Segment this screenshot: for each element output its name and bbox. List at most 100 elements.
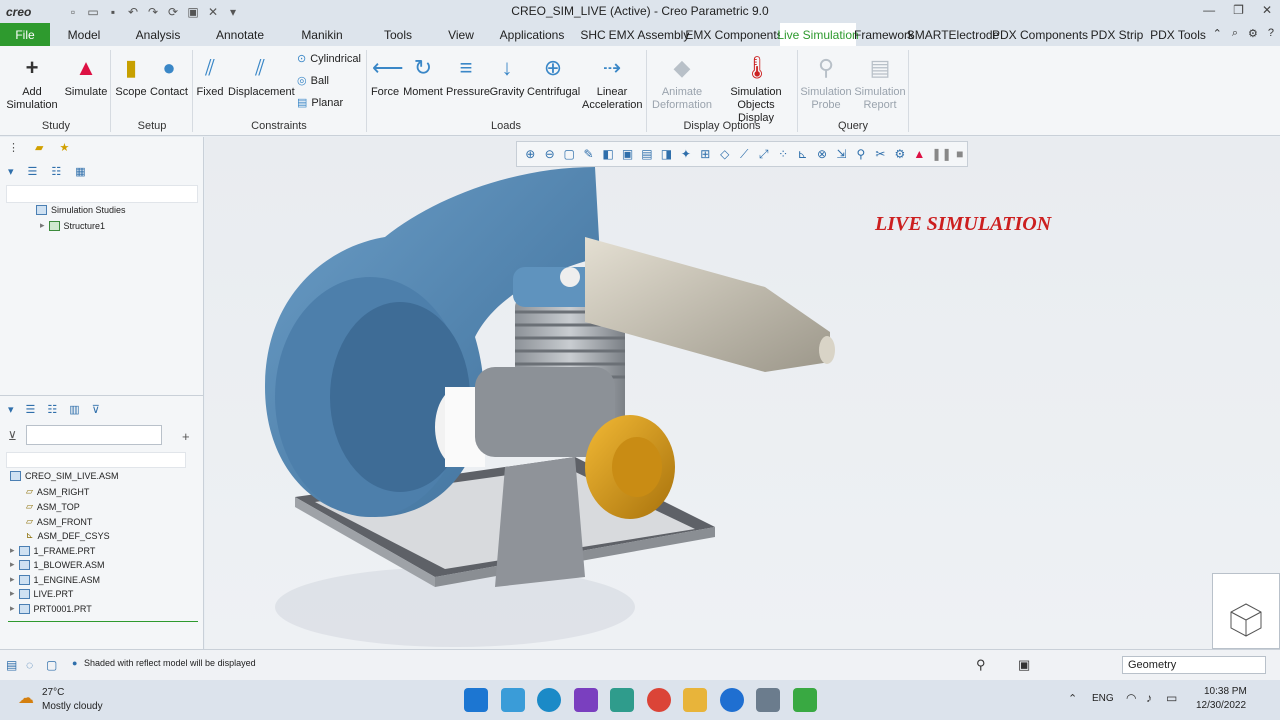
tab-tools[interactable]: Tools bbox=[362, 23, 434, 46]
windows-icon[interactable]: ▣ bbox=[186, 5, 200, 19]
tree-item-datum[interactable]: ▱ ASM_FRONT bbox=[26, 516, 92, 527]
maximize-icon[interactable]: ❐ bbox=[1233, 3, 1244, 17]
model-tree-expand-icon[interactable]: ▾ bbox=[8, 403, 14, 416]
volume-icon[interactable]: ♪ bbox=[1146, 691, 1152, 705]
engine-model[interactable] bbox=[205, 137, 1280, 649]
tree-expand-icon[interactable]: ▾ bbox=[8, 165, 14, 178]
add-column-icon[interactable]: + bbox=[182, 429, 190, 444]
add-simulation-button[interactable]: + Add Simulation bbox=[4, 50, 60, 112]
linear-acceleration-button[interactable]: ⇢ Linear Acceleration bbox=[582, 50, 643, 112]
list-detail-icon[interactable]: ☷ bbox=[51, 165, 61, 178]
expand-arrow-icon[interactable]: ▸ bbox=[10, 574, 15, 585]
model-list-detail-icon[interactable]: ☷ bbox=[47, 403, 57, 416]
displacement-button[interactable]: ⫽ Displacement bbox=[228, 50, 295, 99]
tab-shc[interactable]: SHC bbox=[576, 23, 610, 46]
visual-studio-icon[interactable] bbox=[574, 688, 598, 712]
tree-item-datum[interactable]: ▱ ASM_TOP bbox=[26, 501, 80, 512]
browser-icon[interactable]: ◌ bbox=[26, 658, 33, 672]
close-icon[interactable]: ✕ bbox=[1262, 3, 1272, 17]
file-menu[interactable]: File bbox=[0, 23, 50, 46]
camtasia-icon[interactable] bbox=[793, 688, 817, 712]
tree-item-part[interactable]: ▸ LIVE.PRT bbox=[10, 588, 73, 599]
minimize-icon[interactable]: — bbox=[1203, 3, 1215, 17]
list-icon[interactable]: ☰ bbox=[28, 165, 38, 178]
group-query[interactable]: Query bbox=[800, 120, 906, 132]
group-display-options[interactable]: Display Options bbox=[648, 120, 796, 132]
graphics-viewport[interactable]: ⊕ ⊖ ▢ ✎ ◧ ▣ ▤ ◨ ✦ ⊞ ◇ ⟋ ⤢ ⁘ ⊾ ⊗ ⇲ ⚲ ✂ ⚙ … bbox=[205, 137, 1280, 649]
redo-icon[interactable]: ↷ bbox=[146, 5, 160, 19]
tab-applications[interactable]: Applications bbox=[488, 23, 576, 46]
pressure-button[interactable]: ≡ Pressure bbox=[446, 50, 490, 99]
tab-pdx-strip[interactable]: PDX Strip bbox=[1086, 23, 1148, 46]
find-icon[interactable]: ⚲ bbox=[976, 657, 986, 673]
collapse-ribbon-icon[interactable]: ⌃ bbox=[1213, 27, 1222, 40]
scope-button[interactable]: ▮ Scope bbox=[114, 50, 148, 99]
customize-icon[interactable]: ▾ bbox=[226, 5, 240, 19]
tab-emx-assembly[interactable]: EMX Assembly bbox=[609, 23, 690, 46]
tree-item-datum[interactable]: ▱ ASM_RIGHT bbox=[26, 486, 89, 497]
settings-icon[interactable]: ⚙ bbox=[1248, 27, 1258, 40]
selection-icon[interactable]: ▣ bbox=[1018, 657, 1030, 673]
ball-button[interactable]: ◎ Ball bbox=[297, 74, 329, 88]
expand-arrow-icon[interactable]: ▸ bbox=[10, 545, 15, 556]
tree-item-csys[interactable]: ⊾ ASM_DEF_CSYS bbox=[26, 530, 110, 541]
wifi-icon[interactable]: ◠ bbox=[1126, 691, 1136, 705]
battery-icon[interactable]: ▭ bbox=[1166, 691, 1177, 705]
group-study[interactable]: Study bbox=[4, 120, 108, 132]
fixed-button[interactable]: ⫽ Fixed bbox=[196, 50, 224, 99]
structure1-node[interactable]: ▸ Structure1 bbox=[40, 220, 105, 231]
clock-time[interactable]: 10:38 PM bbox=[1204, 686, 1247, 697]
tab-framework[interactable]: Framework bbox=[854, 23, 914, 46]
model-list-icon[interactable]: ☰ bbox=[26, 403, 36, 416]
tree-item-assembly[interactable]: ▸ 1_BLOWER.ASM bbox=[10, 559, 105, 570]
help-icon[interactable]: ? bbox=[1268, 27, 1274, 40]
tree-item-part[interactable]: ▸ 1_FRAME.PRT bbox=[10, 545, 95, 556]
tab-model[interactable]: Model bbox=[50, 23, 118, 46]
language-indicator[interactable]: ENG bbox=[1092, 693, 1114, 704]
planar-button[interactable]: ▤ Planar bbox=[297, 96, 343, 110]
creo-taskbar-icon[interactable] bbox=[756, 688, 780, 712]
simulate-button[interactable]: ▲ Simulate bbox=[64, 50, 108, 99]
full-screen-icon[interactable]: ▢ bbox=[46, 658, 57, 672]
tree-item-root[interactable]: CREO_SIM_LIVE.ASM bbox=[10, 471, 119, 481]
expand-arrow-icon[interactable]: ▸ bbox=[10, 559, 15, 570]
model-tree-tab-icon[interactable]: ⋮ bbox=[8, 141, 19, 154]
model-filter-icon[interactable]: ⊽ bbox=[92, 403, 100, 416]
simulation-objects-display-button[interactable]: 🌡 Simulation Objects Display bbox=[718, 50, 794, 125]
tree-item-part[interactable]: ▸ PRT0001.PRT bbox=[10, 603, 92, 614]
regenerate-icon[interactable]: ⟳ bbox=[166, 5, 180, 19]
gravity-button[interactable]: ↓ Gravity bbox=[488, 50, 526, 99]
undo-icon[interactable]: ↶ bbox=[126, 5, 140, 19]
tree-item-assembly[interactable]: ▸ 1_ENGINE.ASM bbox=[10, 574, 100, 585]
tab-annotate[interactable]: Annotate bbox=[198, 23, 282, 46]
tab-analysis[interactable]: Analysis bbox=[118, 23, 198, 46]
cylindrical-button[interactable]: ⊙ Cylindrical bbox=[297, 52, 361, 66]
folder-browser-icon[interactable]: ▰ bbox=[35, 141, 43, 154]
weather-icon[interactable]: ☁ bbox=[18, 688, 34, 708]
favorites-icon[interactable]: ★ bbox=[59, 141, 69, 154]
model-tree-search-input[interactable] bbox=[26, 425, 162, 445]
chrome-icon[interactable] bbox=[647, 688, 671, 712]
tab-pdx-components[interactable]: PDX Components bbox=[992, 23, 1088, 46]
mail-icon[interactable] bbox=[501, 688, 525, 712]
edge-icon[interactable] bbox=[537, 688, 561, 712]
tray-chevron-icon[interactable]: ⌃ bbox=[1068, 692, 1077, 705]
simulation-studies-node[interactable]: Simulation Studies bbox=[36, 205, 126, 215]
search-icon[interactable]: ⌕ bbox=[1232, 27, 1238, 40]
model-columns-icon[interactable]: ▥ bbox=[69, 403, 79, 416]
zalo-icon[interactable] bbox=[720, 688, 744, 712]
centrifugal-button[interactable]: ⊕ Centrifugal bbox=[527, 50, 580, 99]
l-app-icon[interactable] bbox=[610, 688, 634, 712]
start-icon[interactable] bbox=[464, 688, 488, 712]
tab-emx-components[interactable]: EMX Components bbox=[685, 23, 782, 46]
tab-manikin[interactable]: Manikin bbox=[282, 23, 362, 46]
contact-button[interactable]: ● Contact bbox=[150, 50, 188, 99]
tab-view[interactable]: View bbox=[434, 23, 488, 46]
new-file-icon[interactable]: ▫ bbox=[66, 5, 80, 19]
tree-settings-icon[interactable]: ▦ bbox=[75, 165, 85, 178]
tab-smartelectrode[interactable]: SMARTElectrode bbox=[907, 23, 999, 46]
clock-date[interactable]: 12/30/2022 bbox=[1196, 700, 1246, 711]
save-icon[interactable]: ▪ bbox=[106, 5, 120, 19]
view-cube[interactable] bbox=[1212, 573, 1280, 649]
expand-arrow-icon[interactable]: ▸ bbox=[10, 588, 15, 599]
